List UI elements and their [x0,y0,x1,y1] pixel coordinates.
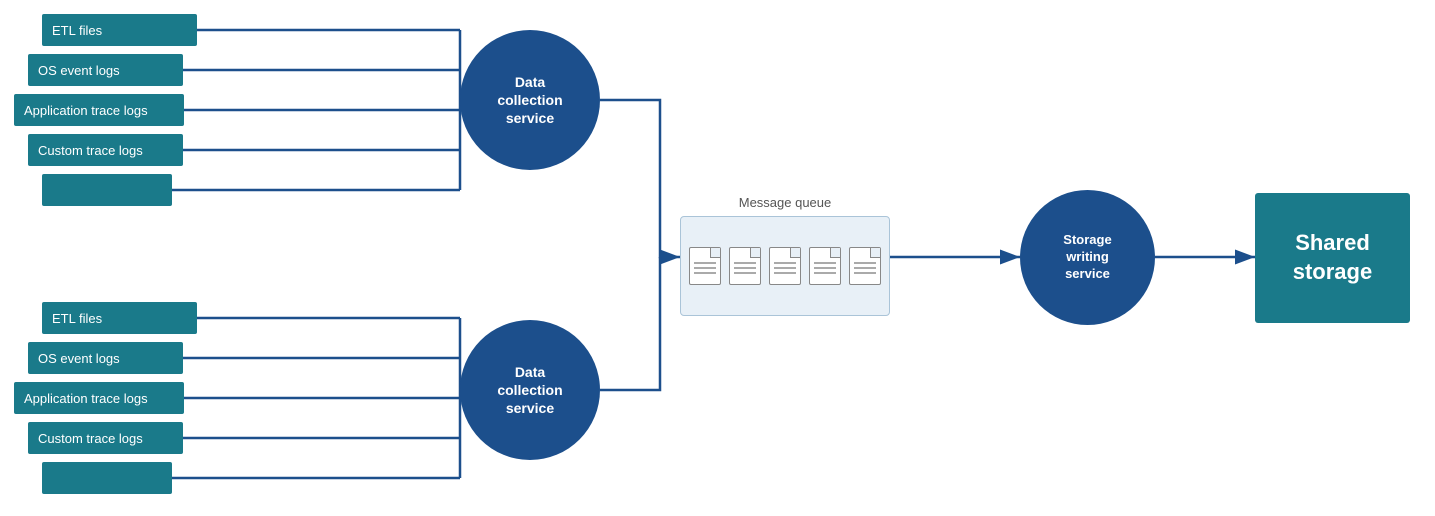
doc-icon-5 [849,247,881,285]
top-custom-box: Custom trace logs [28,134,183,166]
message-queue-box [680,216,890,316]
top-app-box: Application trace logs [14,94,184,126]
message-queue-container: Message queue [680,195,890,320]
top-etl-box: ETL files [42,14,197,46]
doc-icon-4 [809,247,841,285]
bot-app-box: Application trace logs [14,382,184,414]
architecture-diagram: ETL files OS event logs Application trac… [0,0,1435,516]
storage-writing-service-label: Storagewritingservice [1063,232,1111,283]
data-collection-bot-label: Datacollectionservice [497,363,562,418]
data-collection-circle-bot: Datacollectionservice [460,320,600,460]
shared-storage-box: Sharedstorage [1255,193,1410,323]
top-extra-box [42,174,172,206]
bot-custom-box: Custom trace logs [28,422,183,454]
data-collection-circle-top: Datacollectionservice [460,30,600,170]
data-collection-top-label: Datacollectionservice [497,73,562,128]
doc-icon-1 [689,247,721,285]
shared-storage-label: Sharedstorage [1293,229,1372,286]
bot-etl-box: ETL files [42,302,197,334]
bot-extra-box [42,462,172,494]
storage-writing-service-circle: Storagewritingservice [1020,190,1155,325]
message-queue-label: Message queue [680,195,890,210]
top-os-box: OS event logs [28,54,183,86]
bot-os-box: OS event logs [28,342,183,374]
doc-icon-3 [769,247,801,285]
doc-icon-2 [729,247,761,285]
